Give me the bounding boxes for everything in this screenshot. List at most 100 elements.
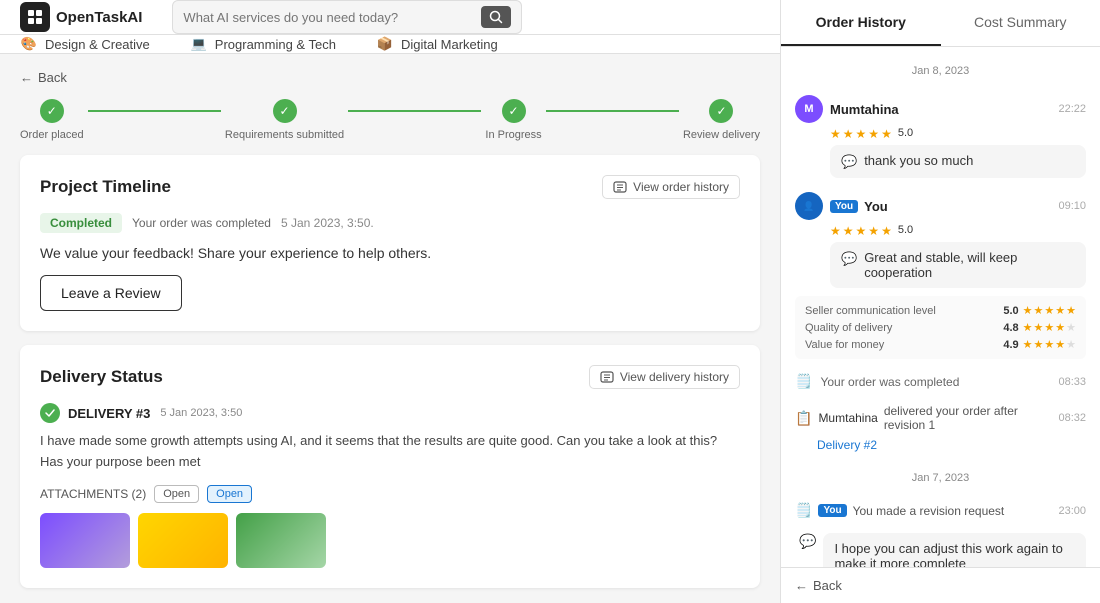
step-circle-3: ✓ (502, 99, 526, 123)
back-bottom[interactable]: ← Back (781, 567, 1100, 603)
tab-cost-summary-label: Cost Summary (974, 14, 1067, 30)
connector-2 (348, 110, 481, 112)
chat-icon-2: 💬 (841, 251, 857, 267)
leave-review-label: Leave a Review (61, 285, 161, 301)
hope-icon: 💬 (799, 533, 816, 567)
cat-programming-label: Programming & Tech (215, 37, 336, 52)
you2-time: 23:00 (1058, 505, 1086, 517)
attachments-label: ATTACHMENTS (2) (40, 487, 146, 501)
delivery-body-text: I have made some growth attempts using A… (40, 431, 740, 473)
you-revision-msg: 🗒️ You You made a revision request 23:00 (795, 502, 1086, 519)
hope-text: I hope you can adjust this work again to… (834, 541, 1075, 567)
feedback-text: We value your feedback! Share your exper… (40, 245, 740, 261)
right-panel: Order History Cost Summary Jan 8, 2023 M… (780, 0, 1100, 603)
open-badge-plain: Open (154, 485, 199, 503)
back-link[interactable]: ← Back (20, 70, 760, 85)
rating-val-quality: 4.8 (1003, 322, 1018, 334)
back-label: Back (38, 70, 67, 85)
delivery-icon: 📋 (795, 410, 812, 427)
cat-marketing[interactable]: 📦 Digital Marketing (376, 35, 498, 53)
you-badge2: You (818, 504, 846, 517)
hope-message-row: 💬 I hope you can adjust this work again … (799, 533, 1086, 567)
rating-row-value: Value for money 4.9 ★★★★★ (805, 336, 1076, 353)
step-label-4: Review delivery (683, 129, 760, 141)
rating-label-quality: Quality of delivery (805, 322, 892, 334)
system-order-completed: 🗒️ Your order was completed 08:33 (795, 373, 1086, 390)
rating-row-quality: Quality of delivery 4.8 ★★★★★ (805, 319, 1076, 336)
text-you1: Great and stable, will keep cooperation (864, 250, 1075, 280)
text-mumtahina1: thank you so much (864, 153, 973, 168)
cat-design-label: Design & Creative (45, 37, 150, 52)
cat-design[interactable]: 🎨 Design & Creative (20, 35, 150, 53)
step-review: ✓ Review delivery (683, 99, 760, 141)
connector-3 (546, 110, 679, 112)
search-bar (172, 0, 522, 34)
status-row: Completed Your order was completed 5 Jan… (40, 213, 740, 233)
view-order-history-label: View order history (633, 180, 729, 194)
cat-marketing-label: Digital Marketing (401, 37, 498, 52)
you2-text: You made a revision request (853, 504, 1005, 518)
delivery-status-header: Delivery Status View delivery history (40, 365, 740, 389)
marketing-icon: 📦 (376, 35, 394, 53)
tab-cost-summary[interactable]: Cost Summary (941, 0, 1100, 46)
rating-stars-value: ★★★★★ (1023, 338, 1076, 351)
thumbnail-2 (138, 513, 228, 568)
cat-programming[interactable]: 💻 Programming & Tech (190, 35, 336, 53)
view-order-history-button[interactable]: View order history (602, 175, 740, 199)
delivery-status-title: Delivery Status (40, 367, 163, 387)
date-divider-jan7: Jan 7, 2023 (795, 472, 1086, 484)
thumbnail-3 (236, 513, 326, 568)
back-arrow-right: ← (795, 578, 808, 593)
system-completed-icon: 🗒️ (795, 373, 812, 390)
back-arrow-icon: ← (20, 70, 33, 85)
you-header1: You You (830, 199, 888, 214)
time-you1: 09:10 (1058, 200, 1086, 212)
mumtahina-delivery-msg: 📋 Mumtahina delivered your order after r… (795, 404, 1086, 454)
delivery-history-icon (600, 370, 614, 384)
category-nav: 🎨 Design & Creative 💻 Programming & Tech… (0, 35, 780, 54)
chat-message-you1: 👤 You You 09:10 ★★★★★ 5.0 💬 Great and st (795, 192, 1086, 359)
open-badge-blue[interactable]: Open (207, 485, 252, 503)
design-icon: 🎨 (20, 35, 38, 53)
revision-icon: 🗒️ (795, 502, 812, 519)
chat-message-mumtahina1: M Mumtahina 22:22 ★★★★★ 5.0 💬 thank you … (795, 95, 1086, 178)
delivery-tag[interactable]: Delivery #2 (817, 438, 877, 452)
rating-label-value: Value for money (805, 339, 884, 351)
step-in-progress: ✓ In Progress (485, 99, 541, 141)
delivery-date: 5 Jan 2023, 3:50 (160, 407, 242, 419)
hope-bubble: I hope you can adjust this work again to… (823, 533, 1086, 567)
time-mumtahina1: 22:22 (1058, 103, 1086, 115)
leave-review-button[interactable]: Leave a Review (40, 275, 182, 311)
tab-order-history[interactable]: Order History (781, 0, 941, 46)
step-circle-2: ✓ (273, 99, 297, 123)
date-divider-jan8: Jan 8, 2023 (795, 65, 1086, 77)
rating-row-comm: Seller communication level 5.0 ★★★★★ (805, 302, 1076, 319)
view-delivery-history-button[interactable]: View delivery history (589, 365, 740, 389)
you-badge1: You (830, 200, 858, 213)
thumbnail-row (40, 513, 740, 568)
delivery-badge-row: DELIVERY #3 5 Jan 2023, 3:50 (40, 403, 740, 423)
delivery-num-label: DELIVERY #3 (68, 406, 150, 421)
search-button[interactable] (481, 6, 511, 28)
progress-steps: ✓ Order placed ✓ Requirements submitted … (20, 99, 760, 141)
sender-you1: You (864, 199, 888, 214)
step-requirements: ✓ Requirements submitted (225, 99, 344, 141)
rating-you1: 5.0 (898, 224, 913, 238)
chat-icon-1: 💬 (841, 154, 857, 170)
step-circle-1: ✓ (40, 99, 64, 123)
project-timeline-title: Project Timeline (40, 177, 171, 197)
search-input[interactable] (183, 10, 481, 25)
sender-mumtahina1: Mumtahina (830, 102, 899, 117)
view-delivery-history-label: View delivery history (620, 370, 729, 384)
system-completed-text: Your order was completed (820, 375, 959, 389)
mumtahina-delivery-name: Mumtahina (818, 411, 877, 425)
delivery-time: 08:32 (1058, 412, 1086, 424)
logo-area: OpenTaskAI (20, 2, 142, 32)
bubble-mumtahina1: 💬 thank you so much (830, 145, 1086, 178)
thumbnail-1 (40, 513, 130, 568)
chat-area: Jan 8, 2023 M Mumtahina 22:22 ★★★★★ 5.0 … (781, 47, 1100, 567)
rating-val-value: 4.9 (1003, 339, 1018, 351)
programming-icon: 💻 (190, 35, 208, 53)
delivery-check-icon (40, 403, 60, 423)
project-timeline-card: Project Timeline View order history Comp… (20, 155, 760, 331)
